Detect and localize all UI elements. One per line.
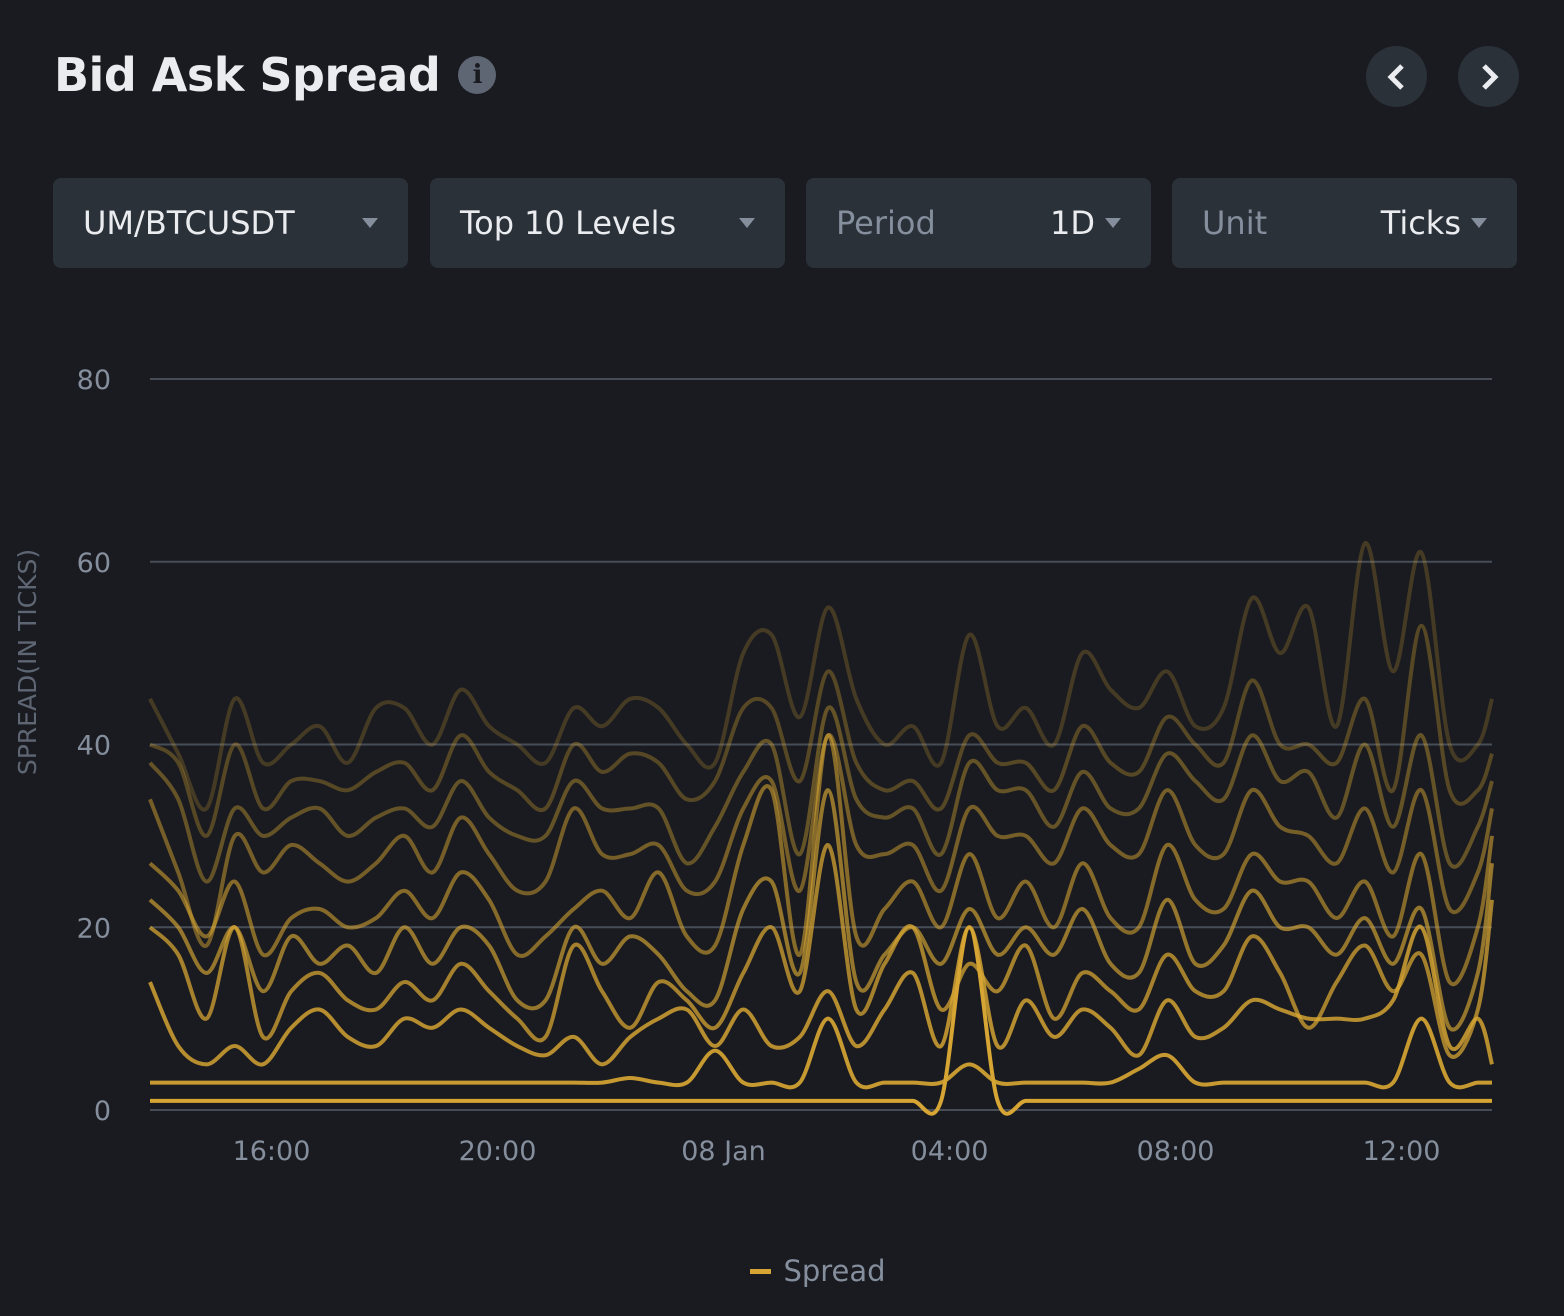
y-tick-label: 60 [77,548,111,579]
y-tick-label: 40 [77,731,111,762]
y-tick-label: 0 [94,1096,111,1127]
series-line-level-1[interactable] [149,925,1492,1116]
legend-label: Spread [783,1254,886,1288]
x-tick-label: 04:00 [911,1136,989,1167]
legend[interactable]: Spread [0,1254,1564,1288]
x-tick-label: 08 Jan [681,1136,766,1167]
x-tick-label: 20:00 [459,1136,537,1167]
x-tick-label: 08:00 [1137,1136,1215,1167]
y-tick-label: 80 [77,365,111,396]
y-axis-title: SPREAD(IN TICKS) [13,549,42,775]
x-tick-label: 12:00 [1363,1136,1441,1167]
spread-chart: 0 20 40 60 80 16:00 20:00 08 Jan 04:00 08:00 12:0… [13,365,1494,1167]
legend-swatch [750,1268,772,1274]
series-line-level-2[interactable] [150,1016,1492,1090]
x-tick-label: 16:00 [233,1136,311,1167]
y-tick-label: 20 [77,913,111,944]
